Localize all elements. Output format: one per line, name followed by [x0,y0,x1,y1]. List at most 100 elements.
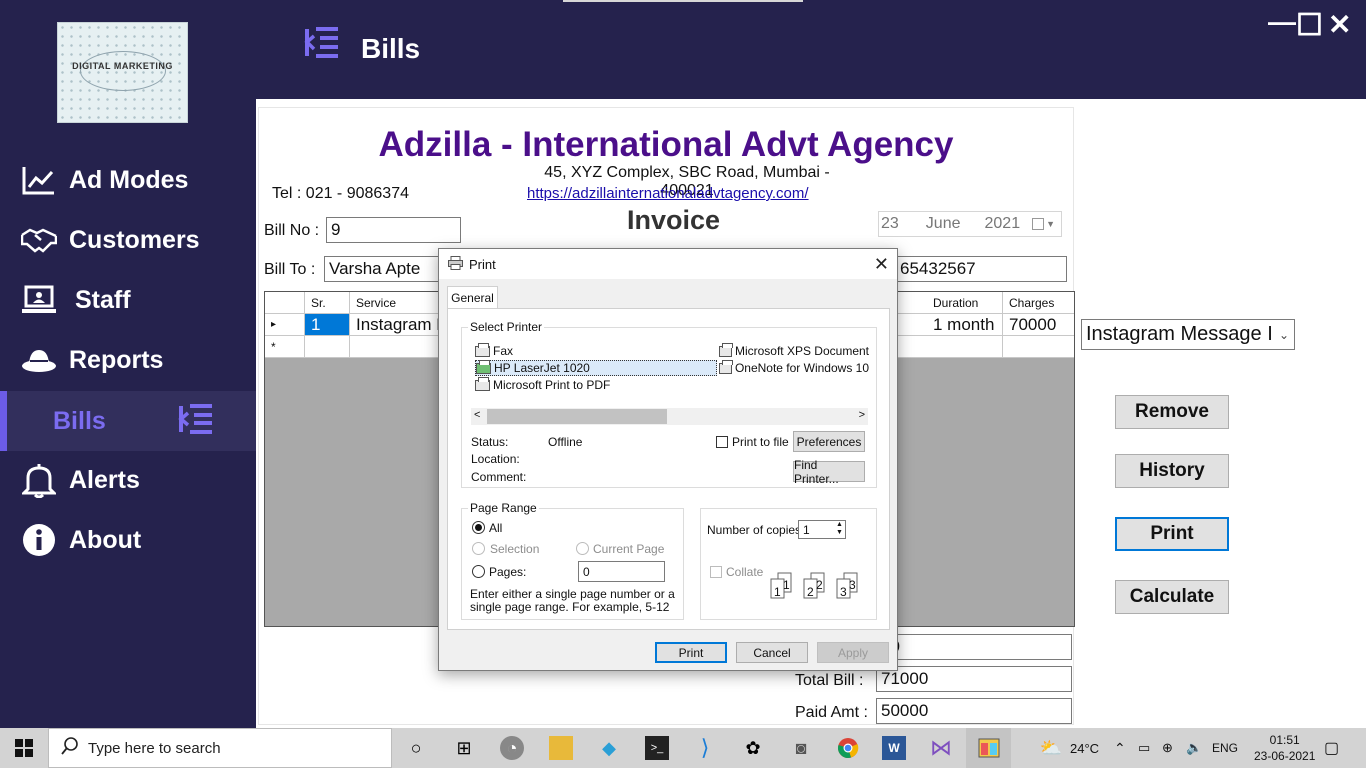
select-printer-label: Select Printer [468,320,545,334]
weather-temp[interactable]: 24°C [1070,728,1099,768]
collate-checkbox[interactable] [710,566,722,578]
paid-amt-field[interactable]: 50000 [876,698,1072,724]
start-button[interactable] [0,728,48,768]
printer-item-fax[interactable]: Fax [475,342,513,359]
word-icon[interactable]: W [882,736,906,760]
amount-field[interactable]: 00 [876,634,1072,660]
cell-sr[interactable] [305,336,350,357]
sidebar-item-bills[interactable]: Bills [0,391,256,451]
pages-input[interactable]: 0 [578,561,665,582]
service-select[interactable]: Instagram Message I ⌄ [1081,319,1295,350]
camera-icon[interactable]: ◙ [789,736,813,760]
scrollbar-thumb[interactable] [487,409,667,424]
paint-app-icon[interactable]: ✿ [741,736,765,760]
sidebar-item-alerts[interactable]: Alerts [0,450,256,510]
sidebar-item-ad-modes[interactable]: Ad Modes [0,150,256,210]
preferences-button[interactable]: Preferences [793,431,865,452]
printer-name: OneNote for Windows 10 [734,361,869,375]
task-view-icon[interactable]: ○ [404,736,428,760]
range-all-radio[interactable] [472,521,485,534]
company-tel: Tel : 021 - 9086374 [272,185,409,202]
scroll-right-icon[interactable]: > [859,409,865,421]
task-switch-icon[interactable]: ⊞ [452,736,476,760]
clock-date: 23-06-2021 [1254,749,1316,763]
collate-label: Collate [726,565,764,579]
printer-name: Microsoft Print to PDF [493,378,611,392]
invoice-date-picker[interactable]: 23 June 2021 ▼ [878,211,1062,237]
printer-item-hp-laserjet[interactable]: HP LaserJet 1020 [475,359,717,376]
range-selection-label: Selection [490,542,540,556]
sidebar-item-about[interactable]: About [0,510,256,570]
close-button[interactable]: ✕ [1328,8,1351,41]
print-to-file-label: Print to file [732,435,789,449]
bill-no-field[interactable]: 9 [326,217,461,243]
collate-pages-icon: 11 22 33 [770,571,870,604]
range-pages-radio[interactable] [472,565,485,578]
find-printer-button[interactable]: Find Printer... [793,458,865,486]
date-checkbox[interactable] [1032,218,1045,230]
language-indicator[interactable]: ENG [1212,728,1238,768]
taskbar-search[interactable]: Type here to search [48,728,392,768]
terminal-icon[interactable]: >_ [645,736,669,760]
running-app-icon[interactable] [966,728,1011,768]
handshake-icon [21,222,57,258]
svg-text:2: 2 [807,585,814,599]
column-header-sr[interactable]: Sr. [305,292,350,313]
maximize-button[interactable]: ☐ [1296,8,1323,43]
sidebar-item-customers[interactable]: Customers [0,210,256,270]
invoice-title: Invoice [627,205,721,235]
column-header-charges[interactable]: Charges [1003,292,1074,313]
calendar-dropdown-icon[interactable]: ▼ [1046,219,1055,229]
menu-toggle-icon[interactable] [304,25,340,66]
battery-icon[interactable]: ▭ [1138,728,1150,768]
dialog-cancel-button[interactable]: Cancel [736,642,808,663]
range-selection-radio[interactable] [472,542,485,555]
total-bill-field[interactable]: 71000 [876,666,1072,692]
minimize-button[interactable]: — [1268,6,1296,38]
company-website-link[interactable]: https://adzillainternationaladvtagency.c… [527,185,809,202]
cell-charges[interactable]: 70000 [1003,314,1074,335]
cell-sr[interactable]: 1 [305,314,350,335]
vscode-icon[interactable]: ⟩ [693,735,717,760]
sidebar-item-staff[interactable]: Staff [0,270,256,330]
bill-to-label: Bill To : [264,261,316,278]
cell-duration[interactable] [927,336,1003,357]
tray-overflow-icon[interactable]: ⌃ [1114,728,1126,768]
scroll-left-icon[interactable]: < [474,409,480,421]
app-icon[interactable]: ◆ [597,736,621,760]
cell-charges[interactable] [1003,336,1074,357]
dialog-apply-button[interactable]: Apply [817,642,889,663]
chrome-icon[interactable] [836,736,860,760]
column-header-duration[interactable]: Duration [927,292,1003,313]
active-indicator [0,391,7,451]
printer-list-scrollbar[interactable]: < > [471,408,868,425]
copies-stepper-icon[interactable]: ▲ ▼ [836,521,843,537]
tab-general[interactable]: General [447,286,498,309]
close-icon[interactable]: ✕ [874,254,889,275]
default-printer-icon [476,359,491,374]
sidebar-item-reports[interactable]: Reports [0,330,256,390]
date-day: 23 [881,215,899,232]
network-icon[interactable]: ⊕ [1162,728,1173,768]
print-button[interactable]: Print [1115,517,1229,551]
sidebar-item-label: Alerts [69,465,140,494]
cell-duration[interactable]: 1 month [927,314,1003,335]
history-button[interactable]: History [1115,454,1229,488]
visual-studio-icon[interactable]: ⋈ [929,735,953,760]
remove-button[interactable]: Remove [1115,395,1229,429]
notification-icon[interactable]: ▢ [1324,728,1339,768]
printer-item-onenote[interactable]: OneNote for Windows 10 [719,360,869,376]
calculate-button[interactable]: Calculate [1115,580,1229,614]
print-to-file-checkbox[interactable] [716,436,728,448]
printer-item-xps[interactable]: Microsoft XPS Document [719,343,869,359]
clock-app-icon[interactable]: ◔ [500,736,524,760]
volume-icon[interactable]: 🔈 [1186,728,1202,768]
printer-item-pdf[interactable]: Microsoft Print to PDF [475,376,611,393]
clock[interactable]: 01:51 23-06-2021 [1254,728,1315,768]
weather-icon[interactable]: ⛅ [1038,736,1064,760]
range-current-radio[interactable] [576,542,589,555]
total-bill-label: Total Bill : [795,672,864,689]
customer-phone-field[interactable]: 65432567 [895,256,1067,282]
file-explorer-icon[interactable] [549,736,573,760]
dialog-print-button[interactable]: Print [655,642,727,663]
